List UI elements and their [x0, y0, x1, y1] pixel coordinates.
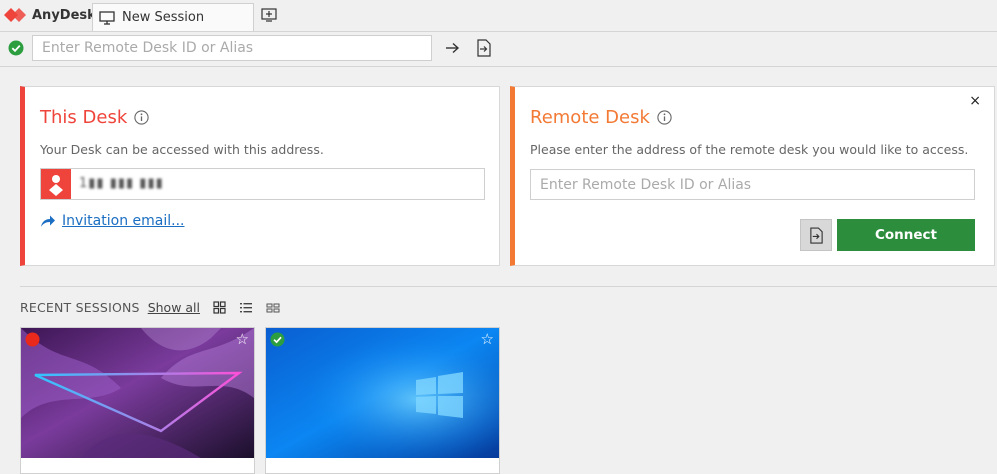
- tab-label: New Session: [122, 10, 205, 25]
- compact-view-icon[interactable]: [266, 301, 280, 314]
- add-tab-icon: [261, 8, 277, 22]
- invitation-email-link[interactable]: Invitation email...: [40, 213, 184, 229]
- this-desk-title: This Desk: [40, 107, 149, 128]
- desk-address-field[interactable]: 1▮▮ ▮▮▮ ▮▮▮: [40, 168, 485, 200]
- this-desk-title-text: This Desk: [40, 107, 128, 128]
- tab-bar: AnyDesk New Session: [0, 0, 997, 32]
- list-view-icon[interactable]: [239, 301, 253, 314]
- remote-desk-input[interactable]: [530, 169, 975, 200]
- user-badge-icon: [49, 175, 63, 196]
- file-transfer-icon[interactable]: [476, 39, 492, 57]
- close-icon[interactable]: ×: [969, 93, 981, 109]
- connect-arrow-icon[interactable]: [444, 40, 460, 56]
- remote-desk-description: Please enter the address of the remote d…: [530, 142, 969, 157]
- connection-ok-icon: [8, 40, 24, 56]
- remote-desk-title-text: Remote Desk: [530, 107, 650, 128]
- address-bar: [0, 32, 997, 67]
- info-icon[interactable]: [657, 110, 672, 125]
- monitor-icon: [99, 10, 115, 25]
- connect-button[interactable]: Connect: [837, 219, 975, 251]
- this-desk-description: Your Desk can be accessed with this addr…: [40, 142, 324, 157]
- section-divider: [20, 286, 997, 287]
- remote-desk-title: Remote Desk: [530, 107, 672, 128]
- tile-view-icon[interactable]: [213, 301, 226, 314]
- session-preview-image: [266, 328, 499, 458]
- session-thumbnail[interactable]: ☆: [265, 327, 500, 474]
- session-preview-image: [21, 328, 254, 458]
- file-transfer-button[interactable]: [800, 219, 832, 251]
- show-all-link[interactable]: Show all: [148, 300, 200, 315]
- info-icon[interactable]: [134, 110, 149, 125]
- recent-sessions-label: RECENT SESSIONS: [20, 300, 140, 315]
- share-arrow-icon: [41, 215, 55, 227]
- favorite-star-icon[interactable]: ☆: [481, 330, 494, 348]
- desk-logo: [41, 169, 71, 199]
- app-name: AnyDesk: [32, 7, 96, 23]
- file-transfer-icon: [809, 226, 823, 244]
- new-tab-button[interactable]: [261, 7, 277, 26]
- offline-status-icon: [25, 332, 40, 347]
- recent-sessions-bar: RECENT SESSIONS Show all: [20, 300, 280, 315]
- invitation-email-label: Invitation email...: [62, 213, 185, 229]
- desk-id: 1▮▮ ▮▮▮ ▮▮▮: [79, 176, 164, 191]
- remote-desk-panel: × Remote Desk Please enter the address o…: [510, 86, 995, 266]
- remote-address-input[interactable]: [32, 35, 432, 61]
- tab-new-session[interactable]: New Session: [92, 3, 254, 31]
- app-brand: AnyDesk: [4, 6, 96, 24]
- this-desk-panel: This Desk Your Desk can be accessed with…: [20, 86, 500, 266]
- online-status-icon: [270, 332, 285, 347]
- favorite-star-icon[interactable]: ☆: [236, 330, 249, 348]
- session-thumbnail[interactable]: ☆: [20, 327, 255, 474]
- anydesk-logo-icon: [4, 8, 26, 22]
